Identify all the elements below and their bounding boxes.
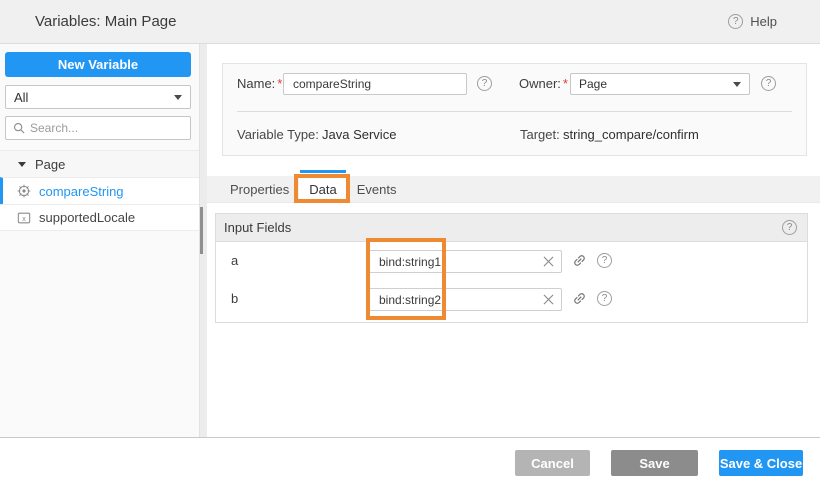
expander-down-icon: [18, 162, 26, 167]
help-icon[interactable]: ?: [782, 220, 797, 235]
variables-sidebar: New Variable All Page compareString: [0, 44, 207, 437]
owner-select[interactable]: Page: [570, 73, 750, 95]
type-target-row: Variable Type: Java Service Target: stri…: [223, 123, 806, 147]
sidebar-scrollbar[interactable]: [199, 44, 207, 437]
link-icon[interactable]: [572, 291, 587, 306]
input-fields-title: Input Fields: [224, 220, 291, 235]
chevron-down-icon: [733, 82, 741, 87]
tree-group-label: Page: [35, 157, 65, 172]
svg-text:x: x: [22, 215, 26, 222]
save-close-button[interactable]: Save & Close: [719, 450, 803, 476]
link-icon[interactable]: [572, 253, 587, 268]
field-label: a: [231, 242, 238, 280]
clear-icon[interactable]: [535, 289, 561, 310]
service-icon: [17, 184, 31, 198]
tab-bar: Properties Data Events: [207, 176, 820, 203]
dialog-header: Variables: Main Page ? Help: [0, 0, 820, 44]
field-input-wrapper: [368, 250, 562, 273]
help-icon[interactable]: ?: [597, 253, 612, 268]
chevron-down-icon: [174, 95, 182, 100]
variable-filter-select[interactable]: All: [5, 85, 191, 109]
variable-detail-panel: Name:* ? Owner:* Page ? Variable Type: J…: [207, 44, 820, 437]
help-icon[interactable]: ?: [761, 76, 776, 91]
field-a-input[interactable]: [369, 255, 535, 269]
help-label: Help: [750, 14, 777, 29]
input-field-row-b: b ?: [216, 280, 807, 318]
tree-group-page[interactable]: Page: [0, 150, 199, 177]
target-label: Target:: [520, 123, 560, 147]
owner-selected-value: Page: [579, 77, 607, 91]
input-fields-panel: Input Fields ? a ?: [215, 213, 808, 323]
required-marker: *: [563, 76, 568, 91]
input-field-row-a: a ?: [216, 242, 807, 280]
variable-icon: x: [17, 211, 31, 225]
tree-item-label: supportedLocale: [39, 210, 135, 225]
input-fields-header: Input Fields ?: [216, 214, 807, 242]
scrollbar-thumb[interactable]: [200, 207, 203, 254]
help-icon[interactable]: ?: [597, 291, 612, 306]
tab-data-label: Data: [309, 182, 336, 197]
tab-properties[interactable]: Properties: [220, 176, 299, 202]
help-icon: ?: [728, 14, 743, 29]
tree-item-comparestring[interactable]: compareString: [0, 177, 199, 204]
variable-type-label: Variable Type:: [237, 123, 319, 147]
name-input[interactable]: [283, 73, 467, 95]
required-marker: *: [277, 76, 282, 91]
clear-icon[interactable]: [535, 251, 561, 272]
help-icon[interactable]: ?: [477, 76, 492, 91]
divider: [237, 111, 792, 112]
search-icon: [13, 122, 25, 134]
footer-buttons: Cancel Save Save & Close: [515, 450, 803, 476]
input-fields-body: a ? b: [216, 242, 807, 318]
tree-item-supportedlocale[interactable]: x supportedLocale: [0, 204, 199, 231]
field-input-wrapper: [368, 288, 562, 311]
variable-type-value: Java Service: [322, 123, 396, 147]
target-value: string_compare/confirm: [563, 123, 699, 147]
variables-dialog: Variables: Main Page ? Help New Variable…: [0, 0, 820, 490]
field-label: b: [231, 280, 238, 318]
name-owner-row: Name:* ? Owner:* Page ?: [223, 72, 806, 96]
owner-label: Owner:*: [519, 72, 568, 96]
page-title: Variables: Main Page: [35, 0, 176, 43]
dialog-footer: Cancel Save Save & Close: [0, 437, 820, 490]
save-button[interactable]: Save: [611, 450, 698, 476]
field-b-input[interactable]: [369, 293, 535, 307]
search-input[interactable]: [30, 121, 183, 135]
search-box: [5, 116, 191, 140]
variables-tree: Page compareString x supportedLocale: [0, 150, 199, 231]
tree-item-label: compareString: [39, 184, 124, 199]
filter-selected-value: All: [14, 90, 28, 105]
variable-summary-panel: Name:* ? Owner:* Page ? Variable Type: J…: [222, 63, 807, 156]
tab-data[interactable]: Data: [299, 176, 346, 202]
cancel-button[interactable]: Cancel: [515, 450, 590, 476]
name-label: Name:*: [237, 72, 282, 96]
new-variable-button[interactable]: New Variable: [5, 52, 191, 77]
tab-events[interactable]: Events: [347, 176, 407, 202]
help-button[interactable]: ? Help: [728, 0, 777, 43]
